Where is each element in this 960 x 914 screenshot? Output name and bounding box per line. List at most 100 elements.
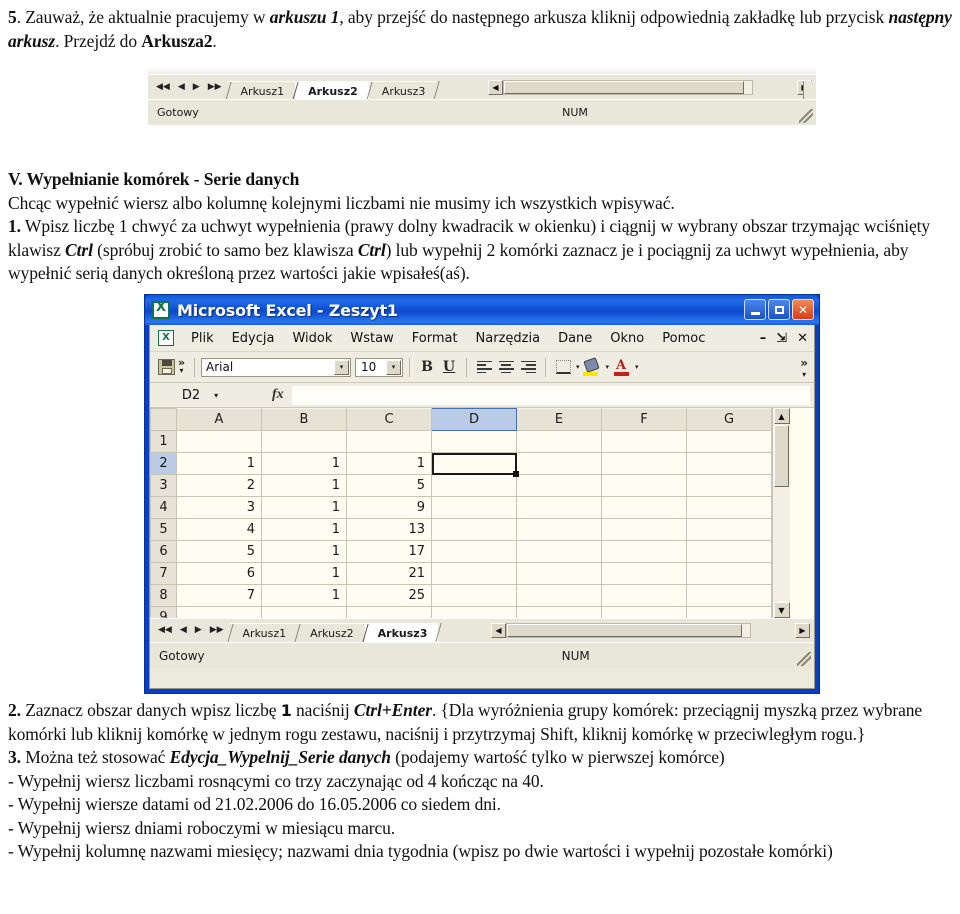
font-size-dropdown-icon[interactable]: ▾ xyxy=(386,359,401,375)
menu-edycja[interactable]: Edycja xyxy=(223,331,284,346)
cell-f9[interactable] xyxy=(601,606,687,618)
row-header-9[interactable]: 9 xyxy=(150,606,177,618)
menu-format[interactable]: Format xyxy=(403,331,467,346)
cell-c3[interactable]: 5 xyxy=(346,474,432,497)
cell-g5[interactable] xyxy=(686,518,772,541)
cell-c2[interactable]: 1 xyxy=(346,452,432,475)
cell-a6[interactable]: 5 xyxy=(176,540,262,563)
maximize-button[interactable] xyxy=(768,299,790,320)
first-sheet-icon[interactable]: ◀◀ xyxy=(158,626,172,635)
minimize-button[interactable] xyxy=(744,299,766,320)
cell-a2[interactable]: 1 xyxy=(176,452,262,475)
font-name-dropdown-icon[interactable]: ▾ xyxy=(334,359,349,375)
cell-g1[interactable] xyxy=(686,430,772,453)
cell-b3[interactable]: 1 xyxy=(261,474,347,497)
row-header-1[interactable]: 1 xyxy=(150,430,177,453)
borders-button[interactable] xyxy=(552,357,574,377)
column-header-c[interactable]: C xyxy=(346,408,432,431)
cell-c6[interactable]: 17 xyxy=(346,540,432,563)
next-sheet-icon[interactable]: ▶ xyxy=(193,83,200,92)
cell-g8[interactable] xyxy=(686,584,772,607)
top-strip-hscrollbar[interactable]: ◀ ▶ xyxy=(488,79,816,96)
hscroll-left-icon[interactable]: ◀ xyxy=(491,623,506,638)
font-size-combo[interactable]: 10 ▾ xyxy=(355,357,403,377)
cell-b2[interactable]: 1 xyxy=(261,452,347,475)
next-sheet-icon[interactable]: ▶ xyxy=(195,626,202,635)
row-header-5[interactable]: 5 xyxy=(150,518,177,541)
cell-e9[interactable] xyxy=(516,606,602,618)
bold-button[interactable]: B xyxy=(416,357,438,377)
row-header-3[interactable]: 3 xyxy=(150,474,177,497)
column-header-e[interactable]: E xyxy=(516,408,602,431)
last-sheet-icon[interactable]: ▶▶ xyxy=(208,83,222,92)
first-sheet-icon[interactable]: ◀◀ xyxy=(156,83,170,92)
sheet-tab-arkusz2[interactable]: Arkusz2 xyxy=(297,623,365,642)
toolbar-overflow-right[interactable]: » ▾ xyxy=(800,352,808,382)
cell-a4[interactable]: 3 xyxy=(176,496,262,519)
hscroll-thumb[interactable] xyxy=(504,81,744,94)
hscroll-right-icon[interactable]: ▶ xyxy=(795,623,810,638)
top-strip-tab-arkusz2[interactable]: Arkusz2 xyxy=(295,81,369,100)
cell-b9[interactable] xyxy=(261,606,347,618)
align-left-button[interactable] xyxy=(473,357,495,377)
cell-e5[interactable] xyxy=(516,518,602,541)
sheet-tab-arkusz3[interactable]: Arkusz3 xyxy=(364,623,439,642)
cell-f2[interactable] xyxy=(601,452,687,475)
resize-grip-icon[interactable] xyxy=(797,652,811,666)
hscroll-trough[interactable] xyxy=(506,623,751,638)
cell-d6[interactable] xyxy=(431,540,517,563)
column-header-d[interactable]: D xyxy=(431,408,517,431)
hscroll-thumb[interactable] xyxy=(507,624,742,637)
cell-f1[interactable] xyxy=(601,430,687,453)
cell-g6[interactable] xyxy=(686,540,772,563)
cell-e2[interactable] xyxy=(516,452,602,475)
cell-b6[interactable]: 1 xyxy=(261,540,347,563)
cell-f6[interactable] xyxy=(601,540,687,563)
cell-d2-active[interactable] xyxy=(431,452,520,478)
mdi-restore-button[interactable]: ⇲ xyxy=(776,331,787,346)
cell-a7[interactable]: 6 xyxy=(176,562,262,585)
top-strip-tab-arkusz1[interactable]: Arkusz1 xyxy=(227,81,296,100)
cell-e6[interactable] xyxy=(516,540,602,563)
vertical-scrollbar[interactable]: ▲ ▼ xyxy=(772,408,790,618)
cell-d7[interactable] xyxy=(431,562,517,585)
last-sheet-icon[interactable]: ▶▶ xyxy=(210,626,224,635)
cell-f5[interactable] xyxy=(601,518,687,541)
font-name-combo[interactable]: Arial ▾ xyxy=(201,357,351,377)
prev-sheet-icon[interactable]: ◀ xyxy=(178,83,185,92)
column-header-g[interactable]: G xyxy=(686,408,772,431)
row-header-4[interactable]: 4 xyxy=(150,496,177,519)
cell-e7[interactable] xyxy=(516,562,602,585)
cell-a3[interactable]: 2 xyxy=(176,474,262,497)
menu-narzedzia[interactable]: Narzędzia xyxy=(467,331,550,346)
column-header-b[interactable]: B xyxy=(261,408,347,431)
fill-color-button[interactable] xyxy=(580,356,604,377)
menu-widok[interactable]: Widok xyxy=(283,331,341,346)
prev-sheet-icon[interactable]: ◀ xyxy=(180,626,187,635)
scroll-up-icon[interactable]: ▲ xyxy=(773,408,790,424)
cell-d4[interactable] xyxy=(431,496,517,519)
cell-f7[interactable] xyxy=(601,562,687,585)
cell-g2[interactable] xyxy=(686,452,772,475)
menu-wstaw[interactable]: Wstaw xyxy=(341,331,402,346)
cell-d8[interactable] xyxy=(431,584,517,607)
sheet-hscrollbar[interactable]: ◀ ▶ xyxy=(491,622,814,639)
cell-a8[interactable]: 7 xyxy=(176,584,262,607)
sheet-tab-arkusz1[interactable]: Arkusz1 xyxy=(229,623,298,642)
cell-d9[interactable] xyxy=(431,606,517,618)
cell-a1[interactable] xyxy=(176,430,262,453)
menu-okno[interactable]: Okno xyxy=(601,331,653,346)
formula-input[interactable] xyxy=(291,385,810,405)
font-color-dropdown-icon[interactable]: ▾ xyxy=(635,363,639,371)
cell-d1[interactable] xyxy=(431,430,517,453)
scroll-down-icon[interactable]: ▼ xyxy=(773,602,790,618)
cell-c7[interactable]: 21 xyxy=(346,562,432,585)
font-color-button[interactable]: A xyxy=(609,357,633,377)
cell-c5[interactable]: 13 xyxy=(346,518,432,541)
cell-e1[interactable] xyxy=(516,430,602,453)
cell-g3[interactable] xyxy=(686,474,772,497)
cell-c1[interactable] xyxy=(346,430,432,453)
underline-button[interactable]: U xyxy=(438,357,460,377)
cell-f3[interactable] xyxy=(601,474,687,497)
menu-plik[interactable]: Plik xyxy=(182,331,223,346)
